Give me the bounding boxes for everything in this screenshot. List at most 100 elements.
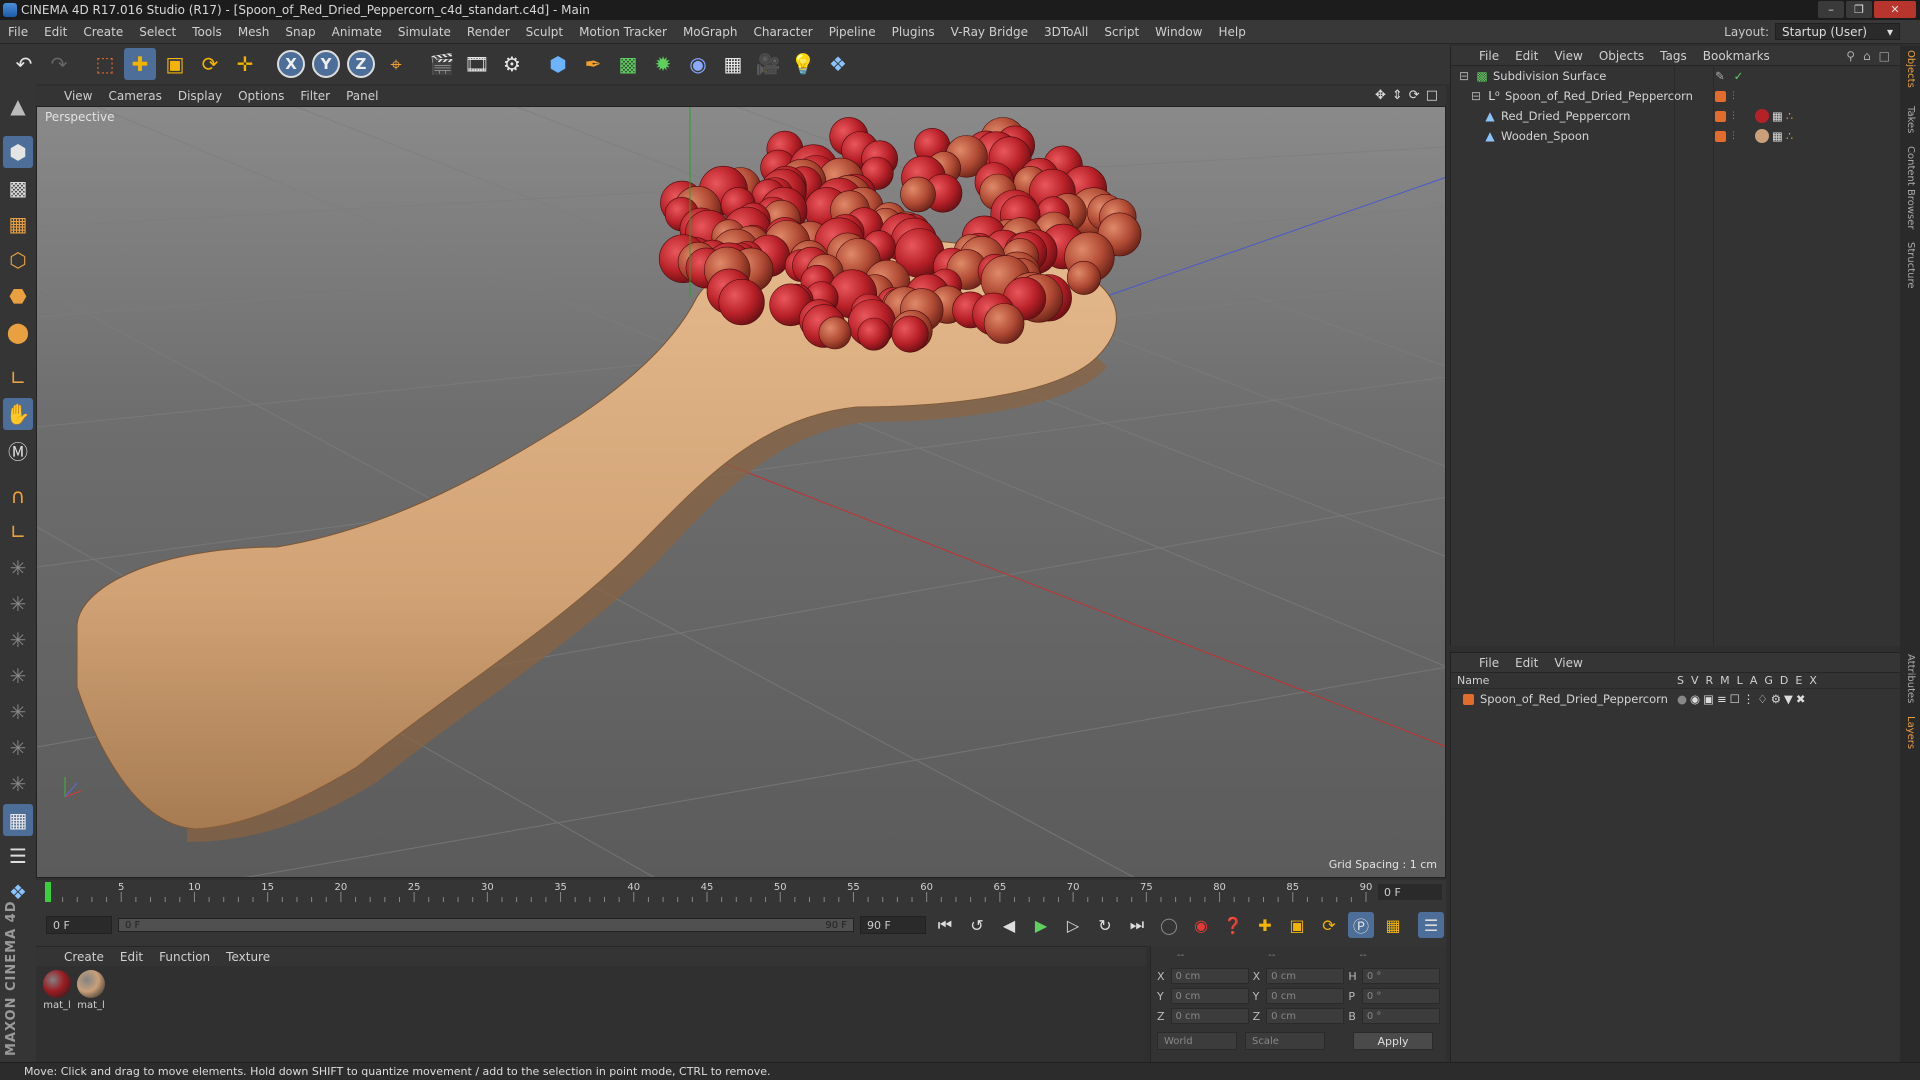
object-row-wooden-spoon[interactable]: ▲ Wooden_Spoon ⋮ ▦ ∴	[1451, 126, 1900, 146]
sculpt-flatten-icon[interactable]: ✳	[3, 660, 33, 692]
floor-grid-icon[interactable]: ▦	[717, 48, 749, 80]
viewport-menu-filter[interactable]: Filter	[292, 89, 338, 103]
timeline-ruler[interactable]: 051015202530354045505560657075808590 0 F	[36, 880, 1446, 904]
tab-objects[interactable]: Objects	[1905, 50, 1916, 88]
render-dots-icon[interactable]: ⋮	[1729, 111, 1738, 121]
phong-tag-icon[interactable]: ∴	[1786, 109, 1793, 123]
phong-tag-icon[interactable]: ∴	[1786, 129, 1793, 143]
timeline-window-icon[interactable]: ☰	[1418, 912, 1444, 938]
solo-flag-icon[interactable]: ●	[1677, 692, 1687, 706]
axis-snap-icon[interactable]: ∟	[3, 516, 33, 548]
layer-col-expressions[interactable]: E	[1795, 674, 1802, 687]
live-selection-icon[interactable]: ⬚	[89, 48, 121, 80]
material-menu-function[interactable]: Function	[151, 950, 218, 964]
menu-snap[interactable]: Snap	[277, 25, 323, 39]
transform-mode-dropdown[interactable]: Scale	[1245, 1032, 1325, 1050]
menu-animate[interactable]: Animate	[324, 25, 390, 39]
record-keys-icon[interactable]: ◯	[1156, 912, 1182, 938]
material-menu-create[interactable]: Create	[56, 950, 112, 964]
close-icon[interactable]: ✕	[1874, 1, 1916, 18]
viewport-menu-view[interactable]: View	[56, 89, 100, 103]
material-tag-icon[interactable]	[1755, 109, 1769, 123]
menu-edit[interactable]: Edit	[36, 25, 75, 39]
layer-color-icon[interactable]	[1463, 693, 1474, 705]
enabled-check-icon[interactable]: ✓	[1734, 69, 1744, 83]
tab-structure[interactable]: Structure	[1905, 242, 1916, 289]
material-swatch-pepper[interactable]: mat_l	[42, 970, 72, 1066]
go-to-end-icon[interactable]: ⏭	[1124, 912, 1150, 938]
key-scale-icon[interactable]: ▣	[1284, 912, 1310, 938]
subdivision-generator-icon[interactable]: ▩	[612, 48, 644, 80]
autokey-icon[interactable]: ◉	[1188, 912, 1214, 938]
menu-mesh[interactable]: Mesh	[230, 25, 278, 39]
texture-mode-icon[interactable]: ▩	[3, 172, 33, 204]
objects-menu-edit[interactable]: Edit	[1507, 49, 1546, 63]
tweak-mode-icon[interactable]: ✋	[3, 398, 33, 430]
menu-3dtoall[interactable]: 3DToAll	[1036, 25, 1096, 39]
tree-collapse-icon[interactable]: ⊟	[1457, 69, 1471, 83]
dolly-icon[interactable]: ⇕	[1392, 88, 1403, 103]
transform-tool-icon[interactable]: ✛	[229, 48, 261, 80]
menu-pipeline[interactable]: Pipeline	[821, 25, 884, 39]
apply-button[interactable]: Apply	[1353, 1032, 1433, 1050]
layer-col-animation[interactable]: A	[1750, 674, 1758, 687]
new-window-icon[interactable]: □	[1879, 49, 1890, 63]
next-key-icon[interactable]: ↻	[1092, 912, 1118, 938]
menu-character[interactable]: Character	[745, 25, 820, 39]
render-dots-icon[interactable]: ⋮	[1729, 91, 1738, 101]
axis-mode-icon[interactable]: ∟	[3, 362, 33, 394]
generator-flag-icon[interactable]: ♢	[1757, 692, 1767, 706]
layer-col-view[interactable]: V	[1691, 674, 1699, 687]
viewport-menu-options[interactable]: Options	[230, 89, 292, 103]
scale-tool-icon[interactable]: ▣	[159, 48, 191, 80]
size-x-field[interactable]: 0 cm	[1266, 968, 1345, 984]
layer-color-icon[interactable]	[1715, 90, 1726, 102]
menu-sculpt[interactable]: Sculpt	[518, 25, 571, 39]
object-row-spoon-group[interactable]: ⊟ L⁰ Spoon_of_Red_Dried_Peppercorn ⋮	[1451, 86, 1900, 106]
sculpt-inflate-icon[interactable]: ✳	[3, 696, 33, 728]
objects-menu-view[interactable]: View	[1546, 49, 1590, 63]
end-frame-field[interactable]: 90 F	[860, 916, 926, 934]
menu-script[interactable]: Script	[1096, 25, 1147, 39]
python-script-icon[interactable]: ❖	[822, 48, 854, 80]
coordinate-system-icon[interactable]: ⌖	[380, 48, 412, 80]
expression-flag-icon[interactable]: ▼	[1784, 692, 1793, 706]
go-to-start-icon[interactable]: ⏮	[932, 912, 958, 938]
render-to-picture-viewer-icon[interactable]: 🎞	[461, 48, 493, 80]
make-editable-icon[interactable]: ▲	[3, 90, 33, 122]
uvw-tag-icon[interactable]: ▦	[1772, 129, 1783, 143]
edit-render-settings-icon[interactable]: ⚙	[496, 48, 528, 80]
cube-primitive-icon[interactable]: ⬢	[542, 48, 574, 80]
tab-attributes[interactable]: Attributes	[1905, 654, 1916, 703]
play-forward-icon[interactable]: ▶	[1028, 912, 1054, 938]
coordinate-mode-dropdown[interactable]: World	[1157, 1032, 1237, 1050]
animation-flag-icon[interactable]: ⋮	[1743, 692, 1755, 706]
x-axis-lock-button[interactable]: X	[275, 48, 307, 80]
keyframe-selection-icon[interactable]: ❓	[1220, 912, 1246, 938]
object-row-red-dried-peppercorn[interactable]: ▲ Red_Dried_Peppercorn ⋮ ▦ ∴	[1451, 106, 1900, 126]
position-y-field[interactable]: 0 cm	[1170, 988, 1249, 1004]
position-x-field[interactable]: 0 cm	[1170, 968, 1249, 984]
layer-col-locked[interactable]: L	[1737, 674, 1743, 687]
playhead-marker[interactable]	[45, 882, 51, 902]
menu-tools[interactable]: Tools	[184, 25, 230, 39]
sculpt-pull-icon[interactable]: ✳	[3, 588, 33, 620]
material-tag-icon[interactable]	[1755, 129, 1769, 143]
undo-icon[interactable]: ↶	[8, 48, 40, 80]
size-z-field[interactable]: 0 cm	[1266, 1008, 1345, 1024]
points-mode-icon[interactable]: ⬡	[3, 244, 33, 276]
search-icon[interactable]: ⚲	[1846, 49, 1855, 63]
polygons-mode-icon[interactable]: ⬤	[3, 316, 33, 348]
layer-col-generators[interactable]: G	[1764, 674, 1773, 687]
layer-col-render[interactable]: R	[1706, 674, 1714, 687]
lock-flag-icon[interactable]: ☐	[1730, 692, 1740, 706]
sculpt-smooth-icon[interactable]: ✳	[3, 624, 33, 656]
previous-frame-icon[interactable]: ◀	[996, 912, 1022, 938]
menu-mograph[interactable]: MoGraph	[675, 25, 746, 39]
layer-col-manager[interactable]: M	[1720, 674, 1730, 687]
edges-mode-icon[interactable]: ⬣	[3, 280, 33, 312]
layers-menu-edit[interactable]: Edit	[1507, 656, 1546, 670]
objects-menu-file[interactable]: File	[1471, 49, 1507, 63]
move-tool-icon[interactable]: ✚	[124, 48, 156, 80]
frame-range-slider[interactable]: 0 F 90 F	[118, 918, 854, 932]
